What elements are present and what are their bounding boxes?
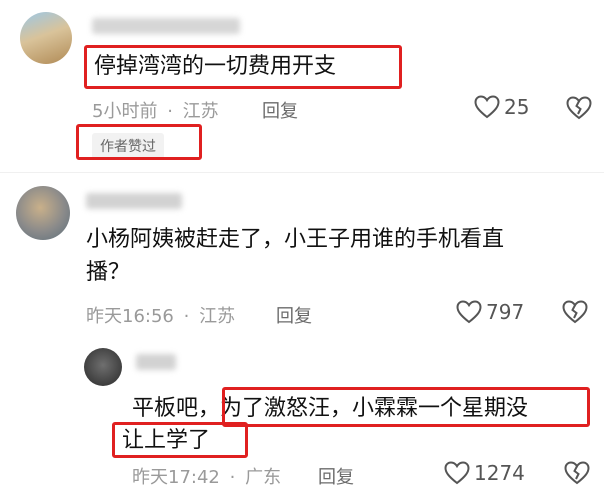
dislike-button[interactable] — [566, 96, 592, 124]
reply-button[interactable]: 回复 — [276, 302, 312, 328]
comment-meta: 昨天16:56 · 江苏 — [86, 302, 235, 328]
comment-time: 昨天16:56 — [86, 306, 174, 327]
heart-icon — [456, 300, 482, 324]
meta-separator: · — [167, 101, 173, 122]
like-count: 797 — [486, 300, 525, 324]
comment-text-line-2: 让上学了 — [122, 428, 211, 453]
comment-location: 江苏 — [182, 101, 219, 122]
comment-time: 5小时前 — [92, 101, 158, 122]
username-blurred[interactable] — [86, 193, 182, 209]
comment-text-line-1: 平板吧，为了激怒汪，小霖霖一个星期没 — [132, 396, 529, 421]
broken-heart-icon — [564, 461, 590, 485]
like-button[interactable]: 25 — [474, 95, 529, 119]
dislike-button[interactable] — [562, 300, 588, 328]
comment-location: 江苏 — [199, 306, 236, 327]
username-blurred[interactable] — [136, 354, 176, 370]
comment-time: 昨天17:42 — [132, 467, 220, 488]
divider — [0, 172, 604, 173]
comment-location: 广东 — [245, 467, 282, 488]
avatar[interactable] — [84, 348, 122, 386]
comment-text: 停掉湾湾的一切费用开支 — [94, 54, 337, 79]
avatar[interactable] — [20, 12, 72, 64]
avatar[interactable] — [16, 186, 70, 240]
like-button[interactable]: 797 — [456, 300, 524, 324]
username-blurred[interactable] — [92, 18, 240, 34]
reply-button[interactable]: 回复 — [262, 97, 298, 123]
like-count: 25 — [504, 95, 530, 119]
dislike-button[interactable] — [564, 461, 590, 489]
comment-meta: 昨天17:42 · 广东 — [132, 463, 281, 489]
broken-heart-icon — [566, 96, 592, 120]
meta-separator: · — [229, 467, 236, 488]
like-button[interactable]: 1274 — [444, 461, 525, 485]
author-liked-badge: 作者赞过 — [92, 133, 164, 159]
comment-text-line-1: 小杨阿姨被赶走了，小王子用谁的手机看直 — [86, 227, 505, 252]
heart-icon — [474, 95, 500, 119]
heart-icon — [444, 461, 470, 485]
like-count: 1274 — [474, 461, 525, 485]
comment-text-line-2: 播？ — [86, 260, 131, 285]
broken-heart-icon — [562, 300, 588, 324]
comment-meta: 5小时前 · 江苏 — [92, 97, 219, 123]
meta-separator: · — [183, 306, 190, 327]
reply-button[interactable]: 回复 — [318, 463, 354, 489]
